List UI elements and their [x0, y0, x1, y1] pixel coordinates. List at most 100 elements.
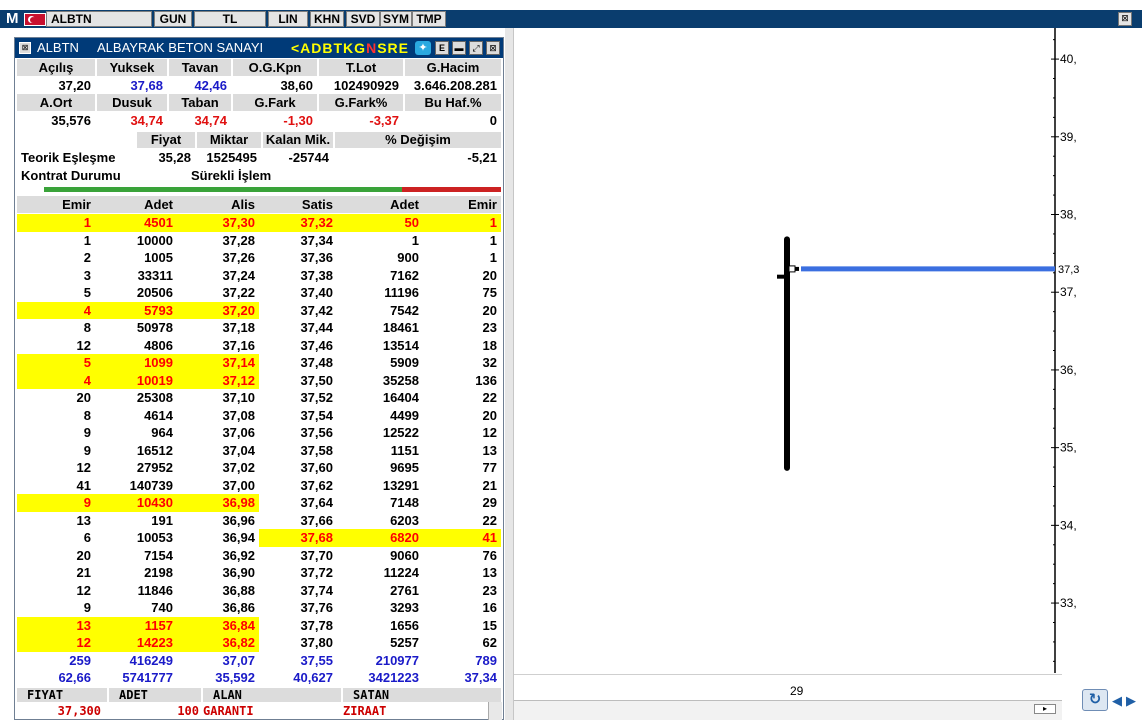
scroll-right-icon[interactable]: ▶ [1124, 693, 1138, 709]
ticker-part-c: SRE [377, 40, 409, 56]
ask-price: 37,70 [300, 547, 333, 563]
maximize-icon[interactable]: ⤢ [469, 41, 483, 55]
label-gfark: G.Fark [233, 94, 317, 111]
bid-price: 37,18 [222, 320, 255, 335]
ask-orders: 77 [482, 460, 497, 475]
order-book-row[interactable]: 1 4501 37,30 37,32 50 1 [17, 214, 501, 232]
news-ticker[interactable]: <ADBTKGNSRE [291, 40, 409, 56]
order-book-row[interactable]: 12 11846 36,88 37,74 2761 23 [17, 582, 501, 600]
order-book-row[interactable]: 8 50978 37,18 37,44 18461 23 [17, 319, 501, 337]
order-book-row[interactable]: 6 10053 36,94 37,68 6820 41 [17, 529, 501, 547]
ask-orders: 29 [482, 495, 497, 510]
chart-horizontal-scrollbar[interactable]: ▸ [514, 700, 1062, 720]
ask-qty: 35258 [382, 372, 419, 388]
summary-ask-qty: 210977 [375, 652, 419, 668]
ask-price: 37,46 [300, 337, 333, 353]
bid-price: 37,00 [222, 477, 255, 493]
bid-price: 37,26 [222, 250, 255, 265]
window-menu-icon[interactable]: ⊠ [19, 42, 31, 54]
bid-orders: 8 [83, 320, 91, 335]
order-book-row[interactable]: 2 1005 37,26 37,36 900 1 [17, 249, 501, 267]
order-book-row[interactable]: 4 5793 37,20 37,42 7542 20 [17, 301, 501, 319]
order-book-row[interactable]: 9 16512 37,04 37,58 1151 13 [17, 442, 501, 460]
order-book-row[interactable]: 12 14223 36,82 37,80 5257 62 [17, 634, 501, 652]
header-bid-price[interactable]: Alis [177, 196, 259, 213]
scroll-left-icon[interactable]: ◀ [1110, 693, 1124, 709]
summary-ask-qty: 3421223 [368, 670, 419, 685]
minimize-icon[interactable]: ▬ [452, 41, 466, 55]
bid-price: 37,28 [222, 232, 255, 248]
order-book-row[interactable]: 1 10000 37,28 37,34 1 1 [17, 232, 501, 250]
bid-price: 37,24 [222, 267, 255, 283]
bid-price: 37,16 [222, 337, 255, 353]
bid-qty: 33311 [137, 267, 173, 283]
order-book-row[interactable]: 21 2198 36,90 37,72 11224 13 [17, 564, 501, 582]
summary-ask-price: 37,55 [300, 652, 333, 668]
twitter-bird-icon[interactable]: ✦ [415, 41, 431, 55]
order-book-row[interactable]: 9 964 37,06 37,56 12522 12 [17, 424, 501, 442]
period-button-gun[interactable]: GUN [154, 11, 192, 27]
refresh-icon[interactable]: ↻ [1082, 689, 1108, 711]
summary-bid-orders: 259 [69, 652, 91, 668]
header-bid-qty[interactable]: Adet [95, 196, 177, 213]
order-book-row[interactable]: 12 27952 37,02 37,60 9695 77 [17, 459, 501, 477]
price-chart[interactable]: 40, 39, 38, 37, 36, 35, 34, 33, 37,3 [505, 28, 1142, 720]
close-icon[interactable]: ⊠ [486, 41, 500, 55]
depth-title-bar[interactable]: ⊠ ALBTN ALBAYRAK BETON SANAYI <ADBTKGNSR… [15, 38, 503, 58]
order-book-row[interactable]: 13 1157 36,84 37,78 1656 15 [17, 616, 501, 634]
currency-button-tl[interactable]: TL [194, 11, 266, 27]
teorik-header-kalan: Kalan Mik. [263, 132, 333, 148]
order-book-row[interactable]: 8 4614 37,08 37,54 4499 20 [17, 407, 501, 425]
order-book-row[interactable]: 5 1099 37,14 37,48 5909 32 [17, 354, 501, 372]
summary-bid-qty: 416249 [129, 652, 173, 668]
tmp-button[interactable]: TMP [412, 11, 446, 27]
trade-buyer: GARANTI [203, 704, 254, 718]
window-close-icon[interactable]: ⊠ [1118, 12, 1132, 26]
order-book-row[interactable]: 12 4806 37,16 37,46 13514 18 [17, 337, 501, 355]
ask-qty: 11224 [383, 565, 419, 580]
value-taban: 34,74 [194, 113, 227, 128]
symbol-field[interactable]: ALBTN [46, 11, 152, 27]
bid-orders: 8 [83, 407, 91, 423]
last-price-marker [788, 265, 796, 273]
value-gfark: -1,30 [283, 113, 313, 128]
ask-price: 37,66 [300, 512, 333, 528]
order-book-row[interactable]: 20 7154 36,92 37,70 9060 76 [17, 547, 501, 565]
order-book-row[interactable]: 3 33311 37,24 37,38 7162 20 [17, 267, 501, 285]
value-buhaf: 0 [489, 113, 497, 128]
svd-button[interactable]: SVD [346, 11, 380, 27]
ask-price: 37,54 [300, 407, 333, 423]
header-ask-orders[interactable]: Emir [423, 196, 501, 213]
ask-price: 37,58 [300, 442, 333, 458]
order-book-row[interactable]: 5 20506 37,22 37,40 11196 75 [17, 284, 501, 302]
bid-price: 36,88 [222, 582, 255, 598]
order-book-row[interactable]: 13 191 36,96 37,66 6203 22 [17, 512, 501, 530]
order-book-row[interactable]: 9 10430 36,98 37,64 7148 29 [17, 494, 501, 512]
order-book-row[interactable]: 9 740 36,86 37,76 3293 16 [17, 599, 501, 617]
bid-qty: 10000 [136, 232, 173, 248]
sym-button[interactable]: SYM [380, 11, 412, 27]
bid-qty: 5793 [95, 301, 177, 319]
bid-qty: 10019 [95, 371, 177, 389]
ask-qty: 13291 [382, 477, 419, 493]
trades-scrollbar[interactable] [488, 702, 502, 720]
bid-qty: 10053 [136, 530, 173, 545]
time-axis [514, 674, 1062, 702]
scrollbar-thumb[interactable]: ▸ [1034, 704, 1056, 714]
header-bid-orders[interactable]: Emir [17, 196, 95, 213]
scale-button-lin[interactable]: LIN [268, 11, 308, 27]
e-button[interactable]: E [435, 41, 449, 55]
label-dusuk: Dusuk [97, 94, 167, 111]
order-book-header: Emir Adet Alis Satis Adet Emir [17, 196, 501, 213]
bid-orders: 41 [76, 477, 91, 493]
teorik-header-miktar: Miktar [197, 132, 261, 148]
order-book-row[interactable]: 20 25308 37,10 37,52 16404 22 [17, 389, 501, 407]
menu-button[interactable]: M [2, 11, 22, 27]
ask-orders: 62 [482, 635, 497, 650]
khn-button[interactable]: KHN [310, 11, 344, 27]
header-ask-price[interactable]: Satis [259, 196, 337, 213]
header-ask-qty[interactable]: Adet [337, 196, 423, 213]
order-book-row[interactable]: 41 140739 37,00 37,62 13291 21 [17, 477, 501, 495]
order-book-row[interactable]: 4 10019 37,12 37,50 35258 136 [17, 371, 501, 389]
bid-qty: 1157 [95, 616, 177, 634]
